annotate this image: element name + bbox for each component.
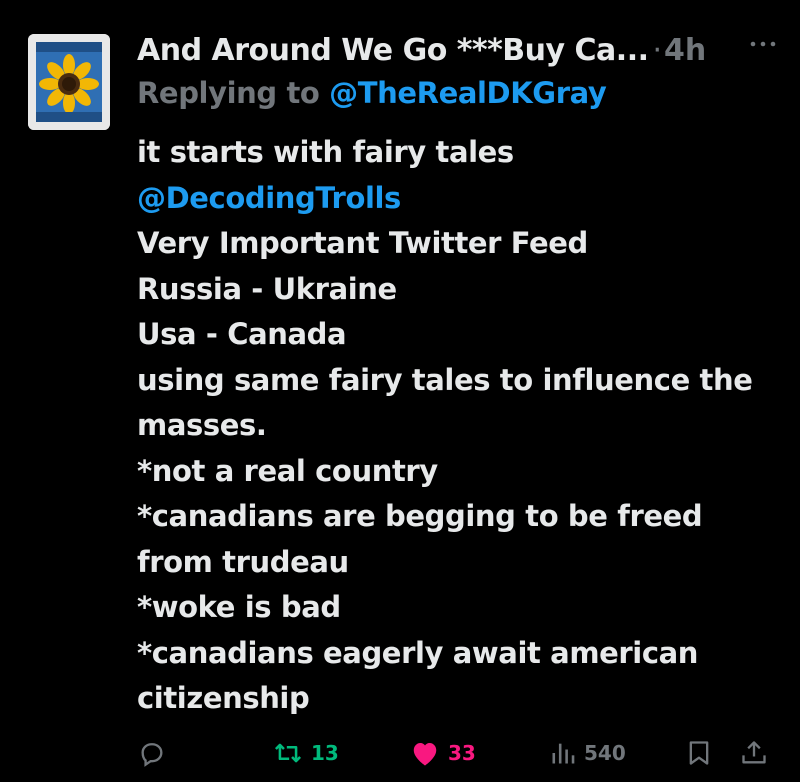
avatar[interactable] bbox=[28, 34, 110, 130]
share-icon bbox=[742, 741, 766, 764]
like-button[interactable]: 33 bbox=[410, 733, 476, 773]
share-button[interactable] bbox=[740, 733, 768, 773]
replying-to-label: Replying to bbox=[137, 76, 320, 110]
retweet-icon bbox=[274, 743, 302, 763]
tweet: And Around We Go ***Buy Ca... · 4h Reply… bbox=[0, 0, 800, 782]
tweet-text-line: Russia - Ukraine bbox=[137, 271, 397, 306]
views-icon bbox=[552, 743, 575, 764]
more-icon[interactable] bbox=[748, 34, 778, 54]
bookmark-icon bbox=[689, 741, 709, 765]
bookmark-button[interactable] bbox=[686, 733, 712, 773]
tweet-text-line: *canadians eagerly await american bbox=[137, 635, 699, 670]
like-count: 33 bbox=[448, 741, 476, 765]
separator-dot: · bbox=[652, 32, 663, 68]
tweet-text-line: it starts with fairy tales bbox=[137, 135, 514, 169]
tweet-actions: 13 33 540 bbox=[0, 733, 800, 773]
reply-button[interactable] bbox=[138, 733, 174, 773]
timestamp[interactable]: 4h bbox=[664, 33, 706, 68]
tweet-text: it starts with fairy tales @DecodingTrol… bbox=[137, 130, 787, 722]
tweet-text-line: masses. bbox=[137, 408, 267, 442]
display-name[interactable]: And Around We Go ***Buy Ca... bbox=[137, 33, 649, 68]
views-count: 540 bbox=[584, 741, 626, 765]
tweet-text-line: Very Important Twitter Feed bbox=[137, 226, 588, 260]
mention-link[interactable]: @DecodingTrolls bbox=[137, 176, 787, 222]
tweet-text-line: Usa - Canada bbox=[137, 317, 347, 351]
tweet-text-line: using same fairy tales to influence the bbox=[137, 362, 753, 397]
tweet-text-line: citizenship bbox=[137, 681, 310, 715]
reply-handle-link[interactable]: @TheRealDKGray bbox=[329, 76, 607, 110]
tweet-text-line: *woke is bad bbox=[137, 590, 341, 624]
tweet-text-line: from trudeau bbox=[137, 544, 349, 579]
reply-icon bbox=[141, 743, 163, 767]
tweet-header: And Around We Go ***Buy Ca... · 4h bbox=[137, 28, 706, 72]
retweet-count: 13 bbox=[311, 741, 339, 765]
retweet-button[interactable]: 13 bbox=[273, 733, 339, 773]
heart-icon bbox=[413, 743, 437, 766]
tweet-text-line: *not a real country bbox=[137, 453, 438, 488]
sunflower-stamp-image bbox=[28, 34, 110, 130]
tweet-text-line: *canadians are begging to be freed bbox=[137, 499, 703, 533]
replying-to: Replying to @TheRealDKGray bbox=[137, 76, 607, 110]
views-button[interactable]: 540 bbox=[550, 733, 626, 773]
